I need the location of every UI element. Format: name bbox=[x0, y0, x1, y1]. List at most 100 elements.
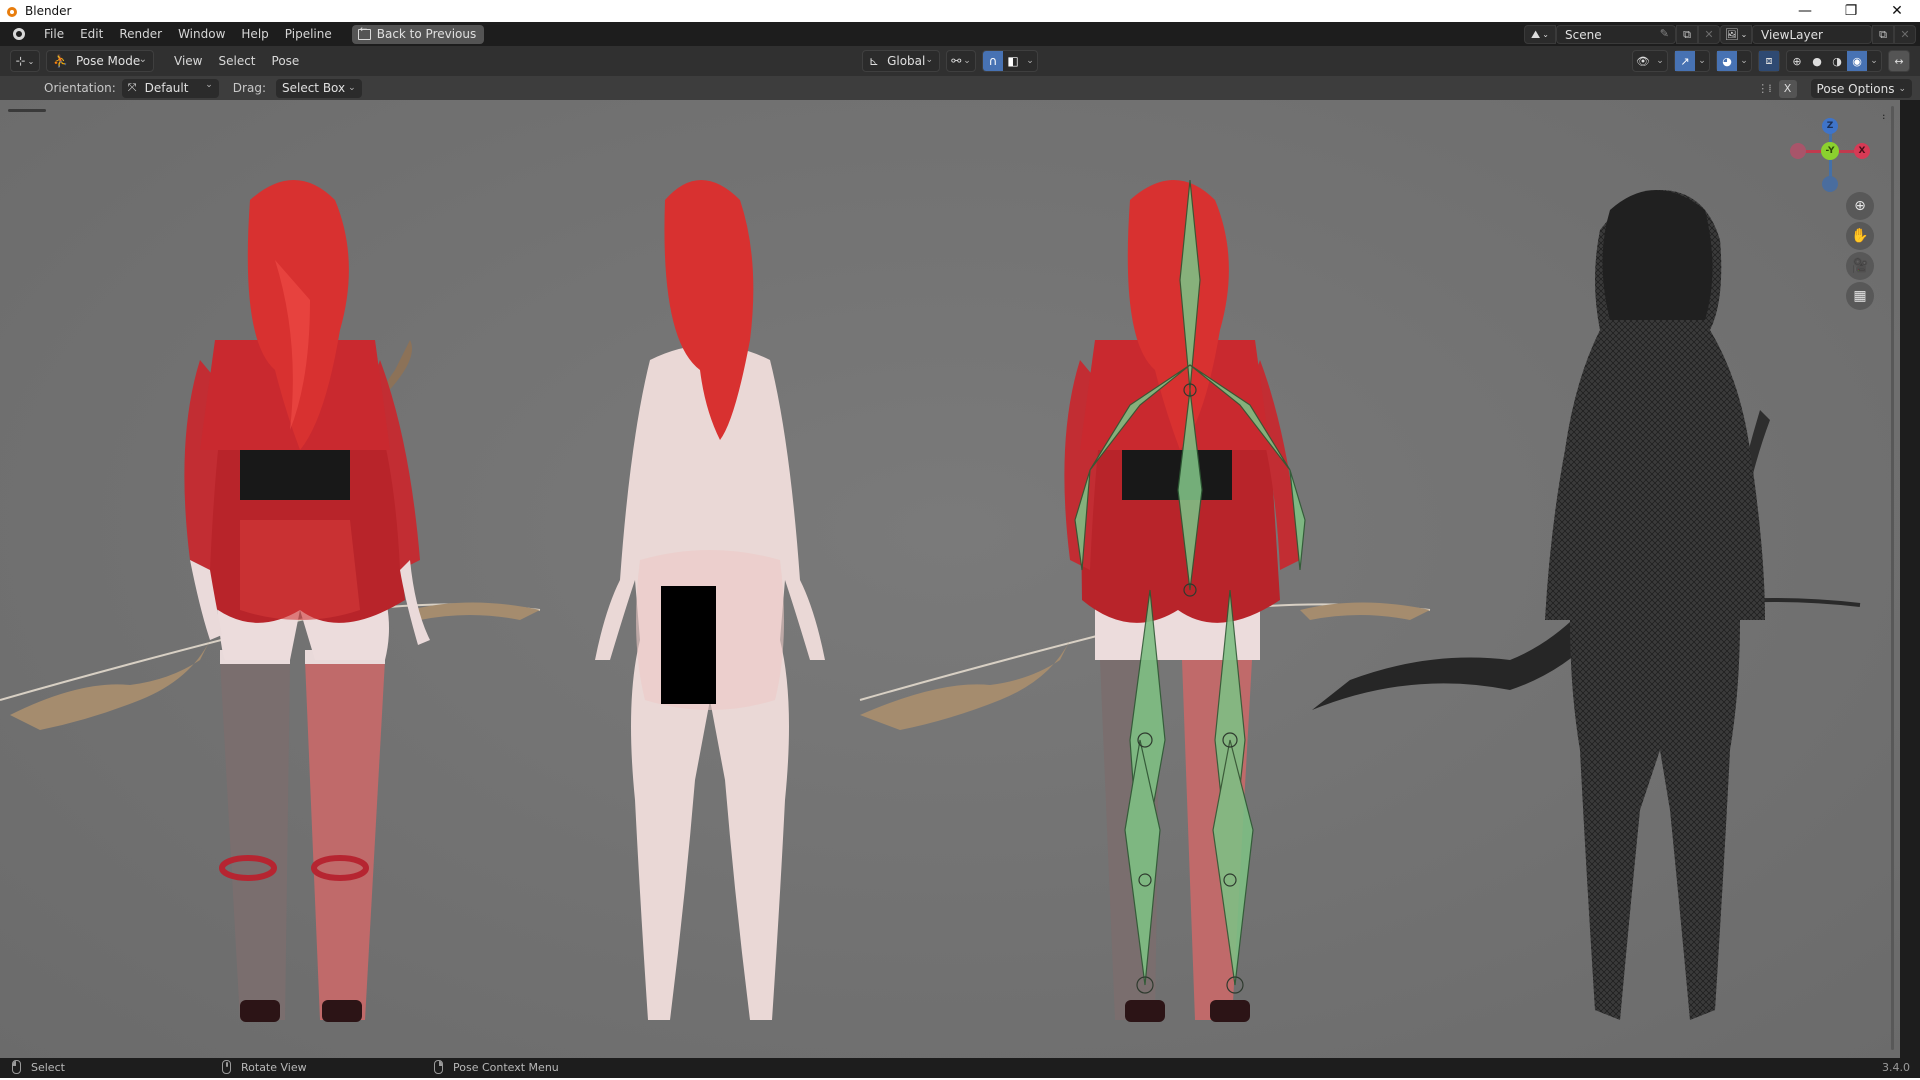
mouse-middle-click-icon bbox=[222, 1060, 231, 1074]
close-button[interactable]: ✕ bbox=[1874, 0, 1920, 22]
transform-orientation-label: Global bbox=[887, 54, 926, 68]
3d-viewport[interactable]: Z X -Y · · ⊕ ✋ 🎥 ▦ bbox=[0, 100, 1900, 1058]
scene-icon: ⛰ bbox=[1531, 27, 1541, 41]
sidebar-toggle[interactable]: ↔ bbox=[1888, 50, 1910, 72]
blender-version: 3.4.0 bbox=[1882, 1061, 1910, 1074]
orientation-axes-icon: ⊾ bbox=[869, 54, 880, 68]
blender-app-icon bbox=[5, 4, 19, 18]
character-body-illustration bbox=[595, 180, 825, 1020]
close-icon: ✕ bbox=[1900, 28, 1910, 41]
menu-pose[interactable]: Pose bbox=[264, 54, 308, 68]
menu-render[interactable]: Render bbox=[111, 22, 170, 46]
menu-select[interactable]: Select bbox=[210, 54, 263, 68]
ortho-toggle-button[interactable]: ▦ bbox=[1846, 282, 1874, 310]
drag-label: Drag: bbox=[232, 81, 266, 95]
view-layer-browse-button[interactable]: 🖼 ⌄ bbox=[1720, 25, 1752, 44]
chevron-down-icon: ⌄ bbox=[925, 55, 933, 65]
overlays-toggle[interactable]: ◕ ⌄ bbox=[1716, 50, 1752, 72]
mouse-right-click-icon bbox=[434, 1060, 443, 1074]
x-axis-ball[interactable]: X bbox=[1854, 143, 1870, 159]
orientation-label: Orientation: bbox=[44, 81, 116, 95]
character-wireframe-illustration bbox=[1312, 190, 1861, 1020]
sidebar-region-edge bbox=[1900, 100, 1920, 1058]
menu-file[interactable]: File bbox=[36, 22, 72, 46]
status-left-click: Select bbox=[12, 1060, 65, 1074]
drag-value: Select Box bbox=[281, 81, 346, 95]
status-middle-click: Rotate View bbox=[222, 1060, 307, 1074]
copy-icon: ⧉ bbox=[1879, 27, 1887, 41]
zoom-button[interactable]: ⊕ bbox=[1846, 192, 1874, 220]
chevron-down-icon[interactable]: ⌄ bbox=[1023, 51, 1037, 71]
transform-controls: ⊾ Global ⌄ ⚯ ⌄ ∩ ◧ ⌄ bbox=[862, 50, 1038, 72]
snap-controls: ∩ ◧ ⌄ bbox=[982, 50, 1038, 72]
chevron-down-icon: ⌄ bbox=[348, 83, 356, 93]
eye-cursor-icon: 👁 bbox=[1636, 54, 1650, 68]
pose-options-group: ⋮⁞ X Pose Options ⌄ bbox=[1755, 79, 1912, 98]
delete-view-layer-button[interactable]: ✕ bbox=[1894, 25, 1916, 44]
y-axis-ball[interactable]: -Y bbox=[1821, 142, 1839, 160]
status-select-label: Select bbox=[31, 1060, 65, 1074]
y-axis-label: -Y bbox=[1825, 146, 1835, 156]
navigation-gizmo[interactable]: Z X -Y bbox=[1790, 110, 1870, 200]
neg-x-axis-ball[interactable] bbox=[1790, 143, 1806, 159]
pin-icon[interactable]: ✎ bbox=[1660, 27, 1669, 40]
transform-orientation-dropdown[interactable]: ⊾ Global ⌄ bbox=[862, 50, 940, 72]
orientation-dropdown[interactable]: ⤧ Default ⌄ bbox=[121, 78, 219, 98]
scene-name-label: Scene bbox=[1565, 27, 1602, 42]
menu-pipeline[interactable]: Pipeline bbox=[277, 22, 340, 46]
chevron-down-icon: ⌄ bbox=[1740, 30, 1748, 39]
gizmo-options-dots[interactable]: · · bbox=[1882, 110, 1886, 124]
link-icon: ⚯ bbox=[951, 54, 962, 68]
back-to-previous-button[interactable]: Back to Previous bbox=[351, 24, 485, 44]
snap-toggle-magnet-icon[interactable]: ∩ bbox=[983, 51, 1003, 71]
menu-help[interactable]: Help bbox=[233, 22, 276, 46]
mode-dropdown[interactable]: ⛹ Pose Mode ⌄ bbox=[46, 50, 154, 72]
pivot-point-dropdown[interactable]: ⚯ ⌄ bbox=[946, 50, 976, 72]
camera-view-button[interactable]: 🎥 bbox=[1846, 252, 1874, 280]
xray-toggle[interactable]: ⧈ bbox=[1758, 50, 1780, 72]
snap-target-cube-icon[interactable]: ◧ bbox=[1003, 51, 1023, 71]
visibility-selectability-dropdown[interactable]: 👁 ⌄ bbox=[1632, 50, 1668, 72]
chevron-down-icon[interactable]: ⌄ bbox=[1867, 51, 1881, 71]
close-icon: ✕ bbox=[1704, 28, 1714, 41]
mirror-x-toggle[interactable]: X bbox=[1778, 79, 1797, 98]
wireframe-shading-icon[interactable]: ⊕ bbox=[1787, 51, 1807, 71]
toolbar-collapse-handle[interactable] bbox=[8, 109, 46, 112]
pose-options-dropdown[interactable]: Pose Options ⌄ bbox=[1810, 79, 1912, 98]
top-menu-bar: File Edit Render Window Help Pipeline Ba… bbox=[0, 22, 1920, 46]
chevron-down-icon: ⌄ bbox=[963, 56, 971, 66]
scene-browse-button[interactable]: ⛰ ⌄ bbox=[1524, 25, 1556, 44]
maximize-button[interactable]: ❐ bbox=[1828, 0, 1874, 22]
solid-shading-icon[interactable]: ● bbox=[1807, 51, 1827, 71]
new-scene-button[interactable]: ⧉ bbox=[1676, 25, 1698, 44]
status-right-click: Pose Context Menu bbox=[434, 1060, 559, 1074]
back-to-previous-label: Back to Previous bbox=[376, 27, 477, 41]
new-view-layer-button[interactable]: ⧉ bbox=[1872, 25, 1894, 44]
material-preview-shading-icon[interactable]: ◑ bbox=[1827, 51, 1847, 71]
rendered-shading-icon[interactable]: ◉ bbox=[1847, 51, 1867, 71]
window-title: Blender bbox=[25, 4, 72, 18]
drag-dropdown[interactable]: Select Box ⌄ bbox=[275, 78, 362, 98]
minimize-button[interactable]: — bbox=[1782, 0, 1828, 22]
monitor-back-icon bbox=[357, 25, 371, 40]
editor-type-button[interactable]: ⊹ ⌄ bbox=[10, 50, 40, 72]
menu-view[interactable]: View bbox=[166, 54, 210, 68]
scene-name-field[interactable]: Scene ✎ bbox=[1556, 25, 1676, 44]
view-layer-name-field[interactable]: ViewLayer bbox=[1752, 25, 1872, 44]
blender-logo-icon[interactable] bbox=[10, 25, 28, 43]
neg-z-axis-ball[interactable] bbox=[1822, 176, 1838, 192]
z-axis-ball[interactable]: Z bbox=[1822, 118, 1838, 134]
viewport-scrollbar[interactable] bbox=[1891, 106, 1894, 1050]
character-wireframe-dark bbox=[1310, 150, 1870, 1058]
menu-edit[interactable]: Edit bbox=[72, 22, 111, 46]
menu-window[interactable]: Window bbox=[170, 22, 233, 46]
delete-scene-button[interactable]: ✕ bbox=[1698, 25, 1720, 44]
gizmo-toggle[interactable]: ↗ ⌄ bbox=[1674, 50, 1710, 72]
shading-mode-buttons: ⊕ ● ◑ ◉ ⌄ bbox=[1786, 50, 1882, 72]
gizmo-arrow-icon: ↗ bbox=[1675, 51, 1695, 71]
copy-icon: ⧉ bbox=[1683, 27, 1691, 41]
chevron-down-icon: ⌄ bbox=[27, 56, 35, 66]
grid-ortho-icon: ▦ bbox=[1853, 288, 1867, 304]
pan-button[interactable]: ✋ bbox=[1846, 222, 1874, 250]
chevron-down-icon: ⌄ bbox=[138, 54, 147, 65]
